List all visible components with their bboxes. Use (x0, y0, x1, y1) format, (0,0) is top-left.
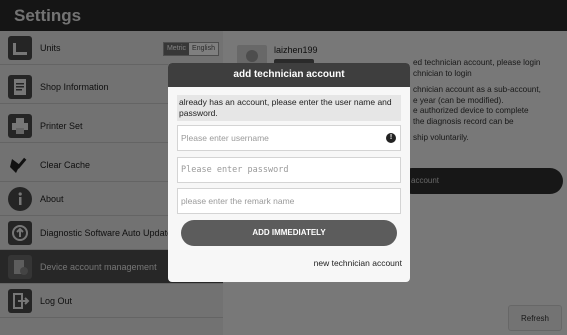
add-immediately-button[interactable]: ADD IMMEDIATELY (181, 220, 397, 246)
remark-placeholder: please enter the remark name (181, 196, 295, 206)
username-field[interactable]: Please enter username ! (177, 125, 401, 151)
password-field[interactable]: Please enter password (177, 157, 401, 183)
dialog-title: add technician account (168, 63, 410, 87)
add-technician-dialog: add technician account already has an ac… (168, 63, 410, 282)
warning-icon: ! (386, 133, 396, 143)
remark-field[interactable]: please enter the remark name (177, 188, 401, 214)
dialog-message: already has an account, please enter the… (177, 95, 401, 121)
new-technician-account-link[interactable]: new technician account (314, 258, 402, 268)
username-placeholder: Please enter username (181, 133, 269, 143)
password-placeholder: Please enter password (181, 165, 289, 175)
